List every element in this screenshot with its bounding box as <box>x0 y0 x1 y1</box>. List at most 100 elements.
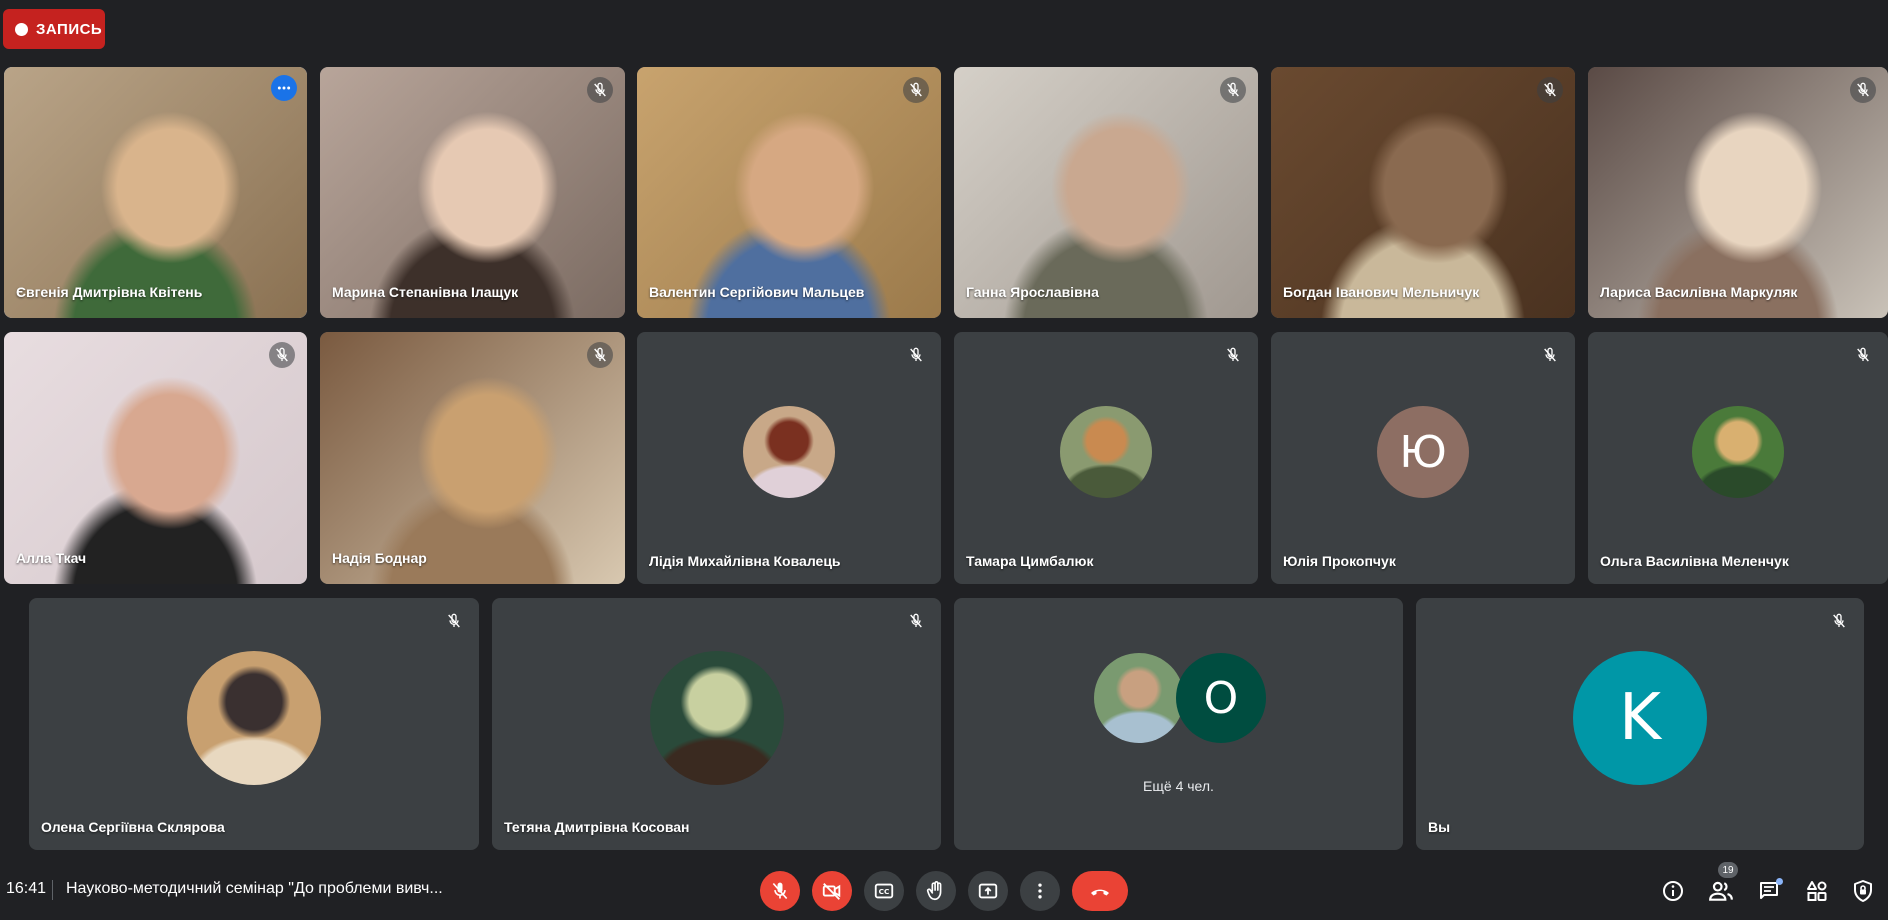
tile-options-button[interactable] <box>271 75 297 101</box>
muted-indicator <box>1220 77 1246 103</box>
muted-indicator <box>269 342 295 368</box>
muted-indicator <box>1537 77 1563 103</box>
participant-tile[interactable]: О Ещё 4 чел. <box>954 598 1403 850</box>
participant-name: Надія Боднар <box>332 550 427 566</box>
participant-tile[interactable]: Ольга Василівна Меленчук <box>1588 332 1888 584</box>
avatar: K <box>1573 651 1707 785</box>
raise-hand-button[interactable] <box>916 871 956 911</box>
mic-off-icon <box>276 347 288 362</box>
muted-indicator <box>903 608 929 634</box>
people-button[interactable] <box>1706 876 1736 906</box>
more-horizontal-icon <box>277 86 291 90</box>
participant-name: Ганна Ярославівна <box>966 284 1099 300</box>
meet-window: ЗАПИСЬ Євгенія Дмитрівна Квітень Марина С… <box>0 0 1888 920</box>
mic-off-icon <box>910 82 922 97</box>
end-call-icon <box>1091 889 1109 896</box>
mic-off-icon <box>594 82 606 97</box>
participant-name: Євгенія Дмитрівна Квітень <box>16 284 203 300</box>
muted-indicator <box>441 608 467 634</box>
participant-name: Лариса Василівна Маркуляк <box>1600 284 1798 300</box>
video-feed <box>1588 67 1888 318</box>
recording-label: ЗАПИСЬ <box>36 20 103 38</box>
participant-tile[interactable]: K Вы <box>1416 598 1864 850</box>
participant-name: Алла Ткач <box>16 550 87 566</box>
participant-tile[interactable]: Олена Сергіївна Склярова <box>29 598 479 850</box>
more-options-button[interactable] <box>1020 871 1060 911</box>
video-feed <box>637 67 941 318</box>
more-participants-label: Ещё 4 чел. <box>1143 778 1214 794</box>
participant-tile[interactable]: Ганна Ярославівна <box>954 67 1258 318</box>
participant-tile[interactable]: Богдан Іванович Мельничук <box>1271 67 1575 318</box>
participant-name: Юлія Прокопчук <box>1283 553 1396 569</box>
video-feed <box>1271 67 1575 318</box>
leave-call-button[interactable] <box>1072 871 1128 911</box>
muted-indicator <box>1850 77 1876 103</box>
meeting-details-button[interactable] <box>1658 876 1688 906</box>
activities-icon <box>1807 881 1827 901</box>
activities-button[interactable] <box>1802 876 1832 906</box>
clock: 16:41 <box>6 880 47 897</box>
avatar-initial: Ю <box>1399 426 1447 478</box>
muted-indicator <box>1537 342 1563 368</box>
mic-off-icon <box>910 613 922 628</box>
participant-tile[interactable]: Алла Ткач <box>4 332 307 584</box>
raise-hand-icon <box>926 881 942 901</box>
mic-off-icon <box>910 347 922 362</box>
participant-name: Тамара Цимбалюк <box>966 553 1094 569</box>
participant-tile[interactable]: Валентин Сергійович Мальцев <box>637 67 941 318</box>
people-icon <box>1709 881 1733 901</box>
avatar <box>1692 406 1784 498</box>
divider <box>52 880 53 900</box>
muted-indicator <box>903 77 929 103</box>
participant-tile[interactable]: Лариса Василівна Маркуляк <box>1588 67 1888 318</box>
participant-tile[interactable]: Євгенія Дмитрівна Квітень <box>4 67 307 318</box>
mic-off-icon <box>1857 347 1869 362</box>
participant-name: Олена Сергіївна Склярова <box>41 819 225 835</box>
muted-indicator <box>903 342 929 368</box>
video-feed <box>4 332 307 584</box>
participant-tile[interactable]: Надія Боднар <box>320 332 625 584</box>
participant-name: Богдан Іванович Мельничук <box>1283 284 1480 300</box>
host-controls-icon <box>1854 880 1872 902</box>
video-feed <box>4 67 307 318</box>
present-button[interactable] <box>968 871 1008 911</box>
muted-indicator <box>1220 342 1246 368</box>
avatar <box>649 651 784 785</box>
mic-off-icon <box>1227 82 1239 97</box>
participant-name: Валентин Сергійович Мальцев <box>649 284 865 300</box>
video-feed <box>320 67 625 318</box>
muted-indicator <box>587 77 613 103</box>
mic-off-icon <box>448 613 460 628</box>
participant-tile[interactable]: Тамара Цимбалюк <box>954 332 1258 584</box>
mic-off-icon <box>1544 347 1556 362</box>
participant-name: Тетяна Дмитрівна Косован <box>504 819 690 835</box>
muted-indicator <box>587 342 613 368</box>
participants-count-badge: 19 <box>1718 862 1738 878</box>
camera-toggle-button[interactable] <box>812 871 852 911</box>
participant-tile[interactable]: Марина Степанівна Ілащук <box>320 67 625 318</box>
record-dot-icon <box>15 22 28 36</box>
participant-tile[interactable]: Лідія Михайлівна Ковалець <box>637 332 941 584</box>
avatar <box>743 406 835 498</box>
captions-icon: CC <box>874 883 894 899</box>
participant-name: Лідія Михайлівна Ковалець <box>649 553 841 569</box>
recording-badge[interactable]: ЗАПИСЬ <box>3 9 105 49</box>
avatar-initial: О <box>1203 672 1239 724</box>
participant-tile[interactable]: Тетяна Дмитрівна Косован <box>492 598 941 850</box>
camera-off-icon <box>822 883 841 900</box>
more-options-icon <box>1038 883 1042 899</box>
svg-text:CC: CC <box>879 887 890 896</box>
bottom-bar: 16:41 Науково-методичний семінар "До про… <box>0 860 1888 920</box>
mic-toggle-button[interactable] <box>760 871 800 911</box>
avatar-initial: K <box>1619 681 1661 755</box>
avatar: О <box>1176 653 1266 743</box>
participant-tile[interactable]: Ю Юлія Прокопчук <box>1271 332 1575 584</box>
meeting-title: Науково-методичний семінар "До проблеми … <box>66 880 443 897</box>
participant-name: Ольга Василівна Меленчук <box>1600 553 1789 569</box>
chat-unread-dot <box>1776 878 1783 885</box>
mic-off-icon <box>1544 82 1556 97</box>
host-controls-button[interactable] <box>1848 876 1878 906</box>
captions-button[interactable]: CC <box>864 871 904 911</box>
mic-off-icon <box>772 882 788 900</box>
avatar <box>1094 653 1184 743</box>
